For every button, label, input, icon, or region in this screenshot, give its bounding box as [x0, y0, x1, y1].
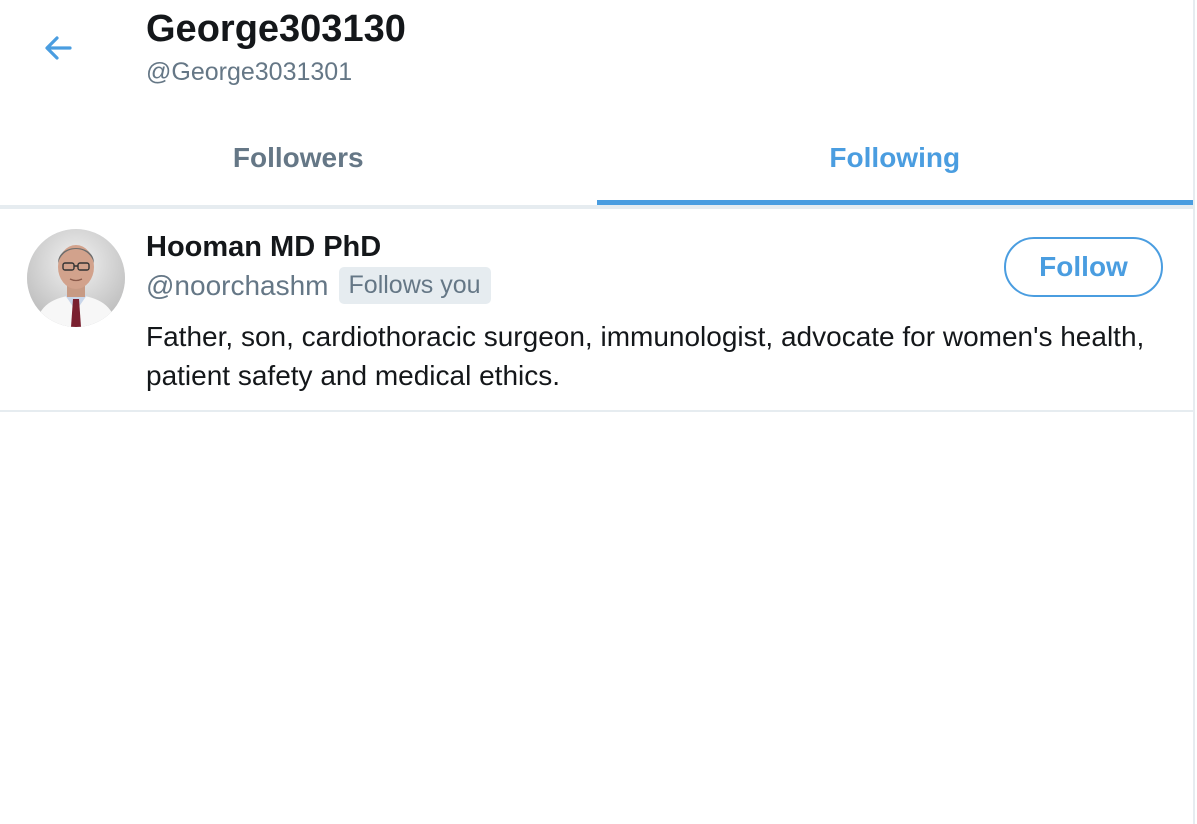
tab-following-label: Following [829, 141, 961, 173]
profile-header: George303130 @George3031301 [0, 0, 1193, 110]
tab-followers[interactable]: Followers [0, 110, 597, 205]
user-handle[interactable]: @noorchashm [146, 270, 329, 302]
avatar-photo [27, 229, 125, 327]
user-handle-line: @noorchashm Follows you [146, 267, 491, 304]
follows-you-badge: Follows you [338, 267, 491, 304]
list-item[interactable]: Hooman MD PhD @noorchashm Follows you Fo… [0, 209, 1193, 411]
follow-button[interactable]: Follow [1004, 237, 1163, 297]
follow-button-label: Follow [1039, 251, 1128, 282]
column-border [1193, 0, 1195, 824]
user-bio: Father, son, cardiothoracic surgeon, imm… [146, 321, 1145, 391]
row-divider [0, 410, 1193, 412]
app-frame: George303130 @George3031301 Followers Fo… [0, 0, 1197, 824]
page-title: George303130 [146, 8, 406, 50]
profile-handle: @George3031301 [146, 58, 353, 86]
back-button[interactable] [36, 26, 80, 70]
tab-bar: Followers Following [0, 110, 1193, 205]
tab-followers-label: Followers [232, 141, 364, 173]
tab-following[interactable]: Following [596, 110, 1193, 205]
user-name[interactable]: Hooman MD PhD [146, 231, 381, 264]
avatar[interactable] [27, 229, 125, 327]
arrow-left-icon [45, 36, 72, 60]
